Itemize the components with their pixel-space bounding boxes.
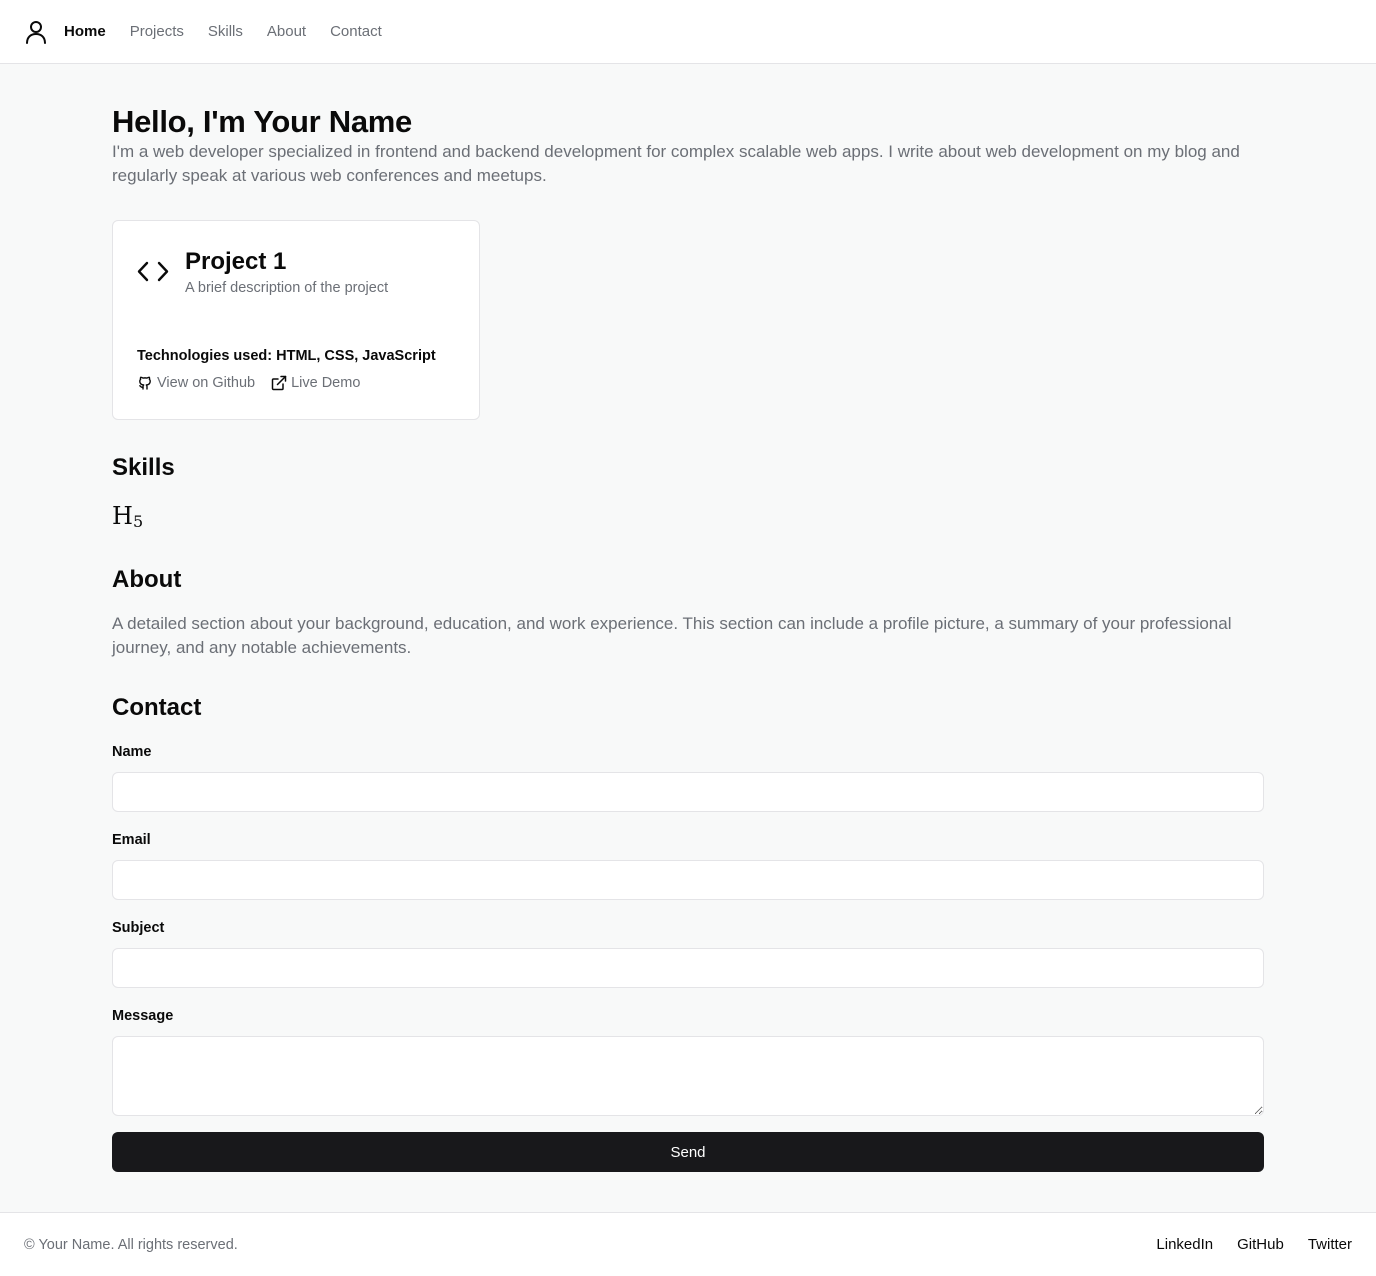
about-heading: About <box>112 566 182 593</box>
send-button[interactable]: Send <box>112 1132 1264 1172</box>
project-card: Project 1 A brief description of the pro… <box>112 220 480 420</box>
nav-skills-link[interactable]: Skills <box>208 23 243 40</box>
contact-heading: Contact <box>112 694 202 721</box>
nav-home-link[interactable]: Home <box>64 23 106 40</box>
nav-projects-link[interactable]: Projects <box>130 23 184 40</box>
email-field[interactable] <box>112 860 1264 900</box>
footer-link-github[interactable]: GitHub <box>1237 1236 1284 1253</box>
nav-about-link[interactable]: About <box>267 23 306 40</box>
project-title: Project 1 <box>185 248 287 275</box>
view-on-github-label: View on Github <box>157 375 256 391</box>
code-icon <box>137 259 169 285</box>
html5-icon: H5 <box>112 502 144 531</box>
footer: © Your Name. All rights reserved. Linked… <box>0 1212 1376 1276</box>
footer-links: LinkedIn GitHub Twitter <box>1132 1236 1352 1253</box>
top-navbar: Home Projects Skills About Contact <box>0 0 1376 64</box>
user-icon[interactable] <box>24 20 48 44</box>
live-demo-label: Live Demo <box>291 375 361 391</box>
nav-contact-link[interactable]: Contact <box>330 23 382 40</box>
about-text: A detailed section about your background… <box>112 614 1232 657</box>
hero-intro-text: I'm a web developer specialized in front… <box>112 142 1240 185</box>
github-icon <box>139 376 151 390</box>
name-label: Name <box>112 744 152 760</box>
message-field[interactable] <box>112 1036 1264 1116</box>
skills-heading: Skills <box>112 454 175 481</box>
footer-link-linkedin[interactable]: LinkedIn <box>1156 1236 1213 1253</box>
email-label: Email <box>112 832 151 848</box>
live-demo-link[interactable]: Live Demo <box>271 375 360 391</box>
subject-field[interactable] <box>112 948 1264 988</box>
view-on-github-link[interactable]: View on Github <box>137 375 255 391</box>
name-field[interactable] <box>112 772 1264 812</box>
external-link-icon <box>271 375 287 391</box>
project-technologies: Technologies used: HTML, CSS, JavaScript <box>137 348 436 364</box>
project-description: A brief description of the project <box>185 280 389 296</box>
message-label: Message <box>112 1008 174 1024</box>
project-links: View on Github Live Demo <box>137 375 376 391</box>
subject-label: Subject <box>112 920 165 936</box>
footer-link-twitter[interactable]: Twitter <box>1308 1236 1352 1253</box>
hero-title: Hello, I'm Your Name <box>112 104 412 139</box>
footer-copyright: © Your Name. All rights reserved. <box>24 1237 238 1253</box>
